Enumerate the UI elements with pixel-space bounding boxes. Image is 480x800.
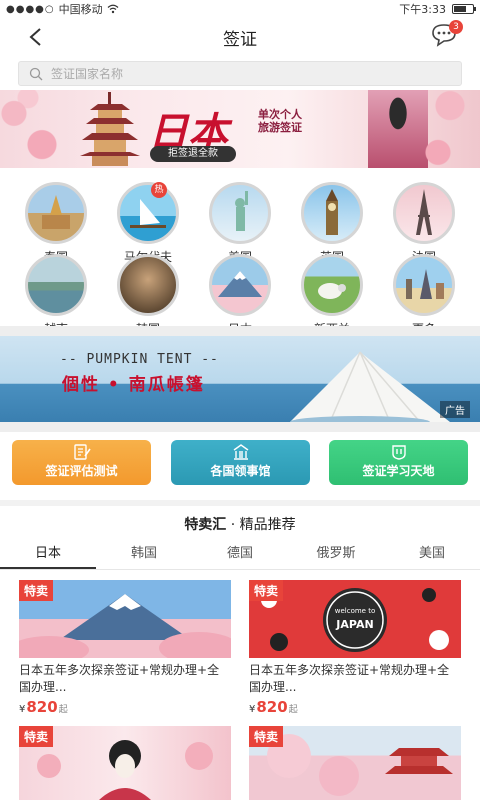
mount-fuji-product-image: 特卖 [19,580,231,658]
pumpkin-tent-ad-banner[interactable]: -- PUMPKIN TENT -- 個性 • 南瓜帳篷 广告 [0,336,480,422]
page-title: 签证 [223,29,257,50]
mount-fuji-icon [209,254,271,316]
product-price: ¥820起 [249,698,461,716]
statue-of-liberty-icon [209,182,271,244]
geisha-product-image: 特卖 [19,726,231,800]
globe-landmarks-icon [393,254,455,316]
product-card[interactable]: 特卖 日本五年多次探亲签证+常规办理+全国办理... ¥820起 [19,580,231,716]
quick-actions: 签证评估测试 各国领事馆 签证学习天地 [0,422,480,500]
carrier-name: 中国移动 [58,3,103,16]
banner-tagline: 单次个人 旅游签证 [258,108,302,134]
price-currency: ¥ [249,704,256,715]
price-currency: ¥ [19,704,26,715]
country-grid: 泰国 热 马尔代夫 美国 英国 法国 越南 韩国 日本 [0,168,480,336]
building-icon [233,444,248,460]
tent-image [290,351,450,422]
nav-bar: 签证 3 [0,18,480,56]
sale-tag: 特卖 [19,726,54,747]
hot-badge: 热 [151,182,167,198]
product-grid: 特卖 日本五年多次探亲签证+常规办理+全国办理... ¥820起 welcome… [0,570,480,800]
signal-strength-icon: ●●●●○ [6,3,55,15]
cherry-blossom-image [420,90,480,168]
sale-tag: 特卖 [19,580,54,601]
back-button[interactable] [22,24,48,50]
battery-icon [452,4,476,14]
product-card[interactable]: 特卖 [19,726,231,800]
ad-title-en: -- PUMPKIN TENT -- [60,352,219,367]
cherry-blossom-image [0,90,70,168]
price-value: 820 [256,698,288,716]
section-title-separator: · [226,517,240,533]
recommendations-section: 特卖汇 · 精品推荐 日本 韩国 德国 俄罗斯 美国 [0,506,480,570]
banner-tagline-line1: 单次个人 [258,108,302,121]
product-card[interactable]: 特卖 [249,726,461,800]
tab-germany[interactable]: 德国 [192,540,288,569]
tab-usa[interactable]: 美国 [384,540,480,569]
consulates-label: 各国领事馆 [210,464,271,478]
chevron-left-icon [29,28,41,46]
visa-assessment-button[interactable]: 签证评估测试 [12,440,151,485]
country-tabs: 日本 韩国 德国 俄罗斯 美国 [0,540,480,570]
welcome-japan-product-image: welcome to JAPAN 特卖 [249,580,461,658]
eiffel-tower-icon [393,182,455,244]
country-new-zealand[interactable]: 新西兰 [287,254,377,337]
visa-learning-label: 签证学习天地 [362,464,435,478]
country-thailand[interactable]: 泰国 [11,182,101,265]
refund-pill: 拒签退全款 [150,146,236,162]
country-usa[interactable]: 美国 [195,182,285,265]
tab-japan[interactable]: 日本 [0,540,96,569]
section-title-main: 特卖汇 [184,517,227,533]
country-japan[interactable]: 日本 [195,254,285,337]
document-edit-icon [73,444,91,460]
visa-learning-button[interactable]: 签证学习天地 [329,440,468,485]
messages-button[interactable]: 3 [430,20,463,50]
tab-korea[interactable]: 韩国 [96,540,192,569]
sheep-meadow-icon [301,254,363,316]
big-ben-icon [301,182,363,244]
sale-tag: 特卖 [249,580,284,601]
kyoto-temple-product-image: 特卖 [249,726,461,800]
search-box[interactable] [18,61,462,86]
price-value: 820 [26,698,58,716]
country-vietnam[interactable]: 越南 [11,254,101,337]
product-price: ¥820起 [19,698,231,716]
japan-text: JAPAN [336,618,374,631]
search-bar [0,56,480,90]
country-more[interactable]: 更多 [379,254,469,337]
ad-title-cn: 個性 • 南瓜帳篷 [62,375,205,395]
section-title-sub: 精品推荐 [239,517,296,533]
wifi-icon [107,4,119,14]
japan-visa-banner[interactable]: 日本 单次个人 旅游签证 拒签退全款 [0,90,480,168]
status-bar: ●●●●○ 中国移动 下午3:33 [0,0,480,18]
search-input[interactable] [51,66,431,81]
consulates-button[interactable]: 各国领事馆 [171,440,310,485]
thailand-temple-icon [25,182,87,244]
country-france[interactable]: 法国 [379,182,469,265]
kimono-person-image [368,90,428,168]
pagoda-image [80,92,140,166]
korea-palace-icon [117,254,179,316]
product-title: 日本五年多次探亲签证+常规办理+全国办理... [249,663,450,694]
tab-russia[interactable]: 俄罗斯 [288,540,384,569]
ad-label: 广告 [440,401,470,418]
country-korea[interactable]: 韩国 [103,254,193,337]
welcome-text: welcome to [334,607,376,615]
vietnam-bay-icon [25,254,87,316]
section-divider [0,326,480,336]
visa-assessment-label: 签证评估测试 [45,464,118,478]
country-maldives[interactable]: 热 马尔代夫 [103,182,193,265]
product-title: 日本五年多次探亲签证+常规办理+全国办理... [19,663,220,694]
maldives-beach-icon [117,182,179,244]
country-uk[interactable]: 英国 [287,182,377,265]
sale-tag: 特卖 [249,726,284,747]
banner-tagline-line2: 旅游签证 [258,121,302,134]
product-card[interactable]: welcome to JAPAN 特卖 日本五年多次探亲签证+常规办理+全国办理… [249,580,461,716]
price-unit: 起 [288,705,298,715]
status-time: 下午3:33 [399,3,446,16]
search-icon [29,67,43,80]
book-shield-icon [391,445,406,460]
message-count-badge: 3 [449,20,463,34]
section-title: 特卖汇 · 精品推荐 [0,514,480,534]
price-unit: 起 [58,705,68,715]
